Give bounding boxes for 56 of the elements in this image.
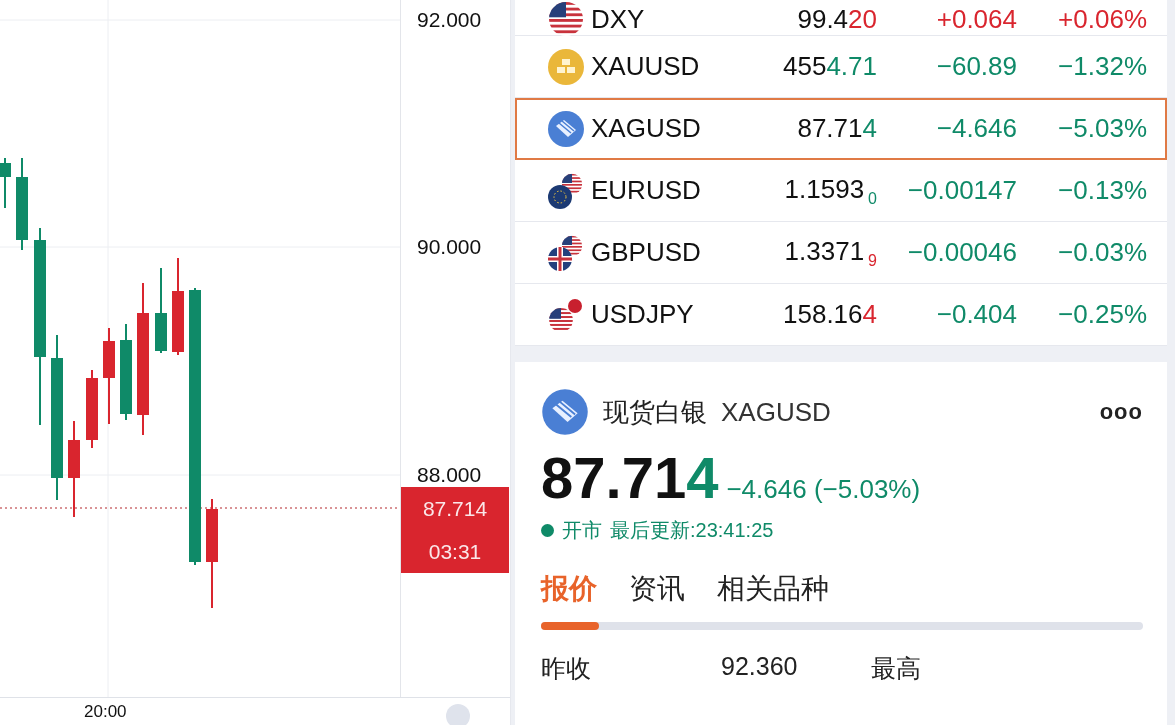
percent-value: −1.32% xyxy=(1057,51,1147,82)
percent-value: −0.13% xyxy=(1057,175,1147,206)
tab[interactable]: 资讯 xyxy=(629,570,685,608)
candlestick xyxy=(0,157,11,209)
price-value: 1.1593$_{0}$ xyxy=(783,173,877,208)
quote-row[interactable]: EURUSD 1.1593$_{0}$ −0.00147 −0.13% xyxy=(515,160,1167,222)
quote-row[interactable]: DXY 99.420 +0.064 +0.06% xyxy=(515,0,1167,36)
currency-pair-icon xyxy=(547,233,585,272)
change-value: +0.064 xyxy=(935,3,1017,35)
symbol-label: EURUSD xyxy=(590,175,702,206)
time-axis-label: 20:00 xyxy=(84,702,127,722)
more-button[interactable]: ooo xyxy=(1099,399,1143,425)
price-axis-label: 90.000 xyxy=(417,235,482,259)
countdown-label: 03:31 xyxy=(428,539,482,565)
bullion-icon xyxy=(547,47,585,86)
metal-bars-icon xyxy=(541,388,589,436)
change-value: −0.00147 xyxy=(906,175,1017,206)
price-value: 1.3371$_{9}$ xyxy=(783,235,877,270)
symbol-label: USDJPY xyxy=(590,299,695,330)
symbol-label: XAUUSD xyxy=(590,51,701,82)
change-value: −0.404 xyxy=(935,299,1017,330)
instrument-symbol: XAGUSD xyxy=(721,396,831,428)
price-value: 99.420 xyxy=(796,3,877,35)
price-axis-label: 88.000 xyxy=(417,463,482,487)
percent-value: −0.03% xyxy=(1057,237,1147,268)
stat-label: 昨收 xyxy=(541,653,592,684)
tab-indicator xyxy=(541,622,599,630)
tab[interactable]: 相关品种 xyxy=(717,570,829,608)
change-value: −4.646 xyxy=(935,113,1017,144)
price-change: −4.646 (−5.03%) xyxy=(726,474,921,505)
stat-value: 92.360 xyxy=(721,652,799,682)
percent-value: −0.25% xyxy=(1057,299,1147,330)
quote-row[interactable]: GBPUSD 1.3371$_{9}$ −0.00046 −0.03% xyxy=(515,222,1167,284)
scale-button[interactable] xyxy=(446,704,470,725)
update-time: 最后更新:23:41:25 xyxy=(610,518,774,543)
last-price-label: 87.714 xyxy=(422,496,488,522)
metal-bars-icon xyxy=(547,109,585,148)
quote-row[interactable]: XAGUSD 87.714 −4.646 −5.03% xyxy=(515,98,1167,160)
percent-value: +0.06% xyxy=(1057,3,1147,35)
change-value: −0.00046 xyxy=(906,237,1017,268)
quote-row[interactable]: USDJPY 158.164 −0.404 −0.25% xyxy=(515,284,1167,346)
symbol-label: GBPUSD xyxy=(590,237,702,268)
market-status: 开市 xyxy=(562,518,602,543)
currency-pair-icon xyxy=(547,171,585,210)
instrument-name: 现货白银 xyxy=(603,395,707,429)
price-value: 4554.71 xyxy=(782,51,877,82)
price-value: 87.714 xyxy=(796,113,877,144)
symbol-label: XAGUSD xyxy=(590,113,702,144)
price-axis-label: 92.000 xyxy=(417,8,482,32)
current-price: 87.714 xyxy=(541,444,719,511)
change-value: −60.89 xyxy=(935,51,1017,82)
quote-row[interactable]: XAUUSD 4554.71 −60.89 −1.32% xyxy=(515,36,1167,98)
price-value: 158.164 xyxy=(782,299,877,330)
stat-label: 最高 xyxy=(871,653,922,684)
symbol-label: DXY xyxy=(590,3,646,35)
percent-value: −5.03% xyxy=(1057,113,1147,144)
